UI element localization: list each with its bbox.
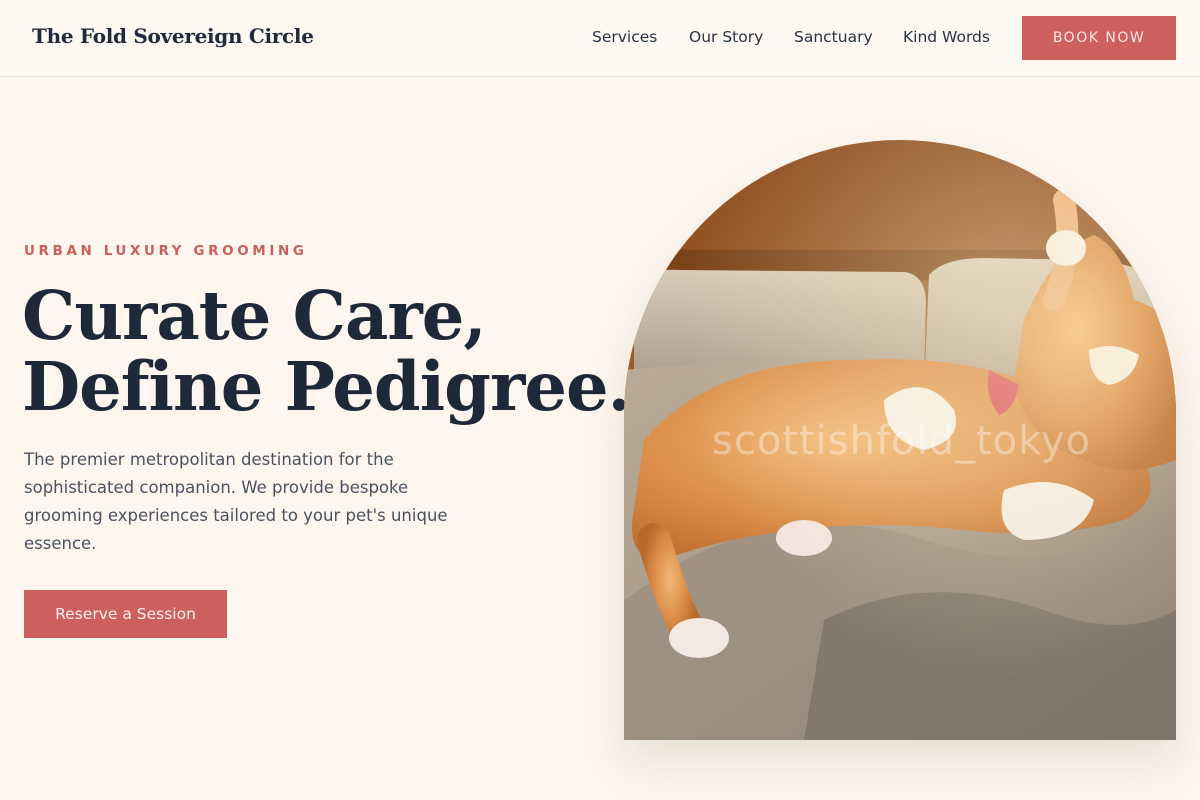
nav-link-our-story[interactable]: Our Story [689,28,763,46]
hero-cat-image: scottishfold_tokyo [624,140,1176,740]
brand-logo-text[interactable]: The Fold Sovereign Circle [32,24,314,48]
hero-description: The premier metropolitan destination for… [24,450,448,553]
book-now-button[interactable]: BOOK NOW [1022,16,1176,60]
nav-link-services[interactable]: Services [592,28,657,46]
nav-link-sanctuary[interactable]: Sanctuary [794,28,873,46]
top-navigation-bar: The Fold Sovereign Circle Services Our S… [0,0,1200,77]
image-watermark: scottishfold_tokyo [712,418,1092,464]
hero-headline-line-1: Curate Care, [22,276,487,355]
hero-headline-line-2: Define Pedigree. [22,347,631,426]
reserve-session-button[interactable]: Reserve a Session [24,590,227,638]
hero-eyebrow: URBAN LUXURY GROOMING [24,243,308,259]
hero-headline: Curate Care, Define Pedigree. [22,276,631,426]
nav-link-kind-words[interactable]: Kind Words [903,28,990,46]
